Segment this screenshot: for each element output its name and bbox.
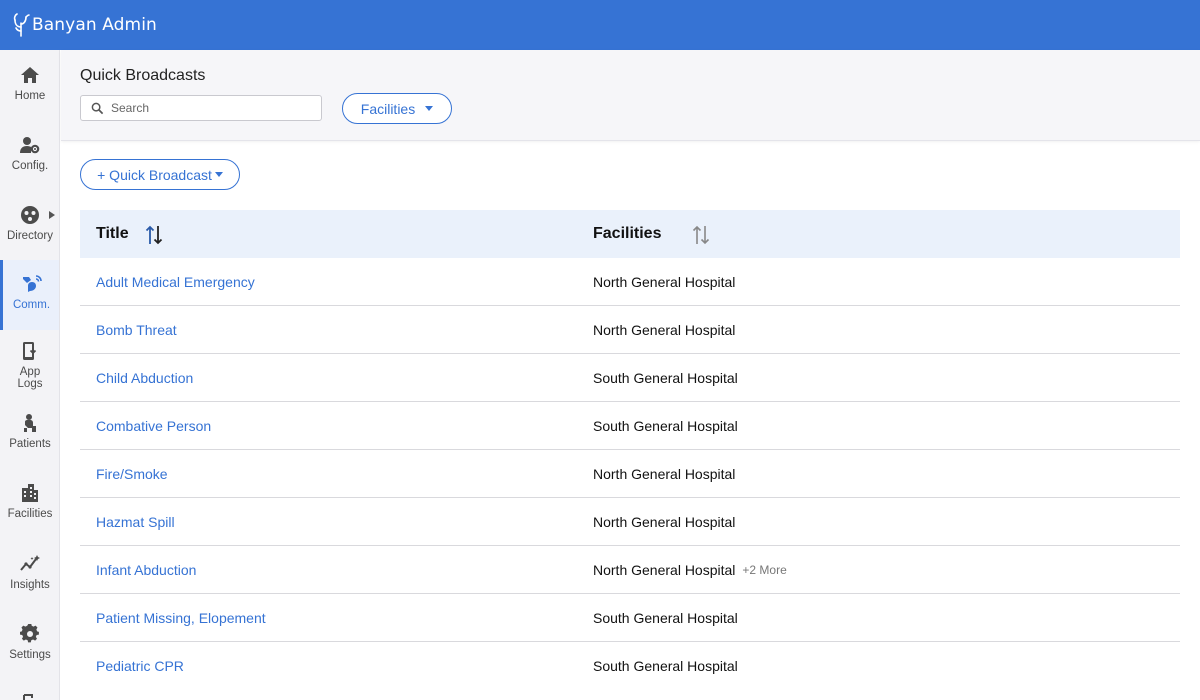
facility-cell: North General Hospital	[593, 306, 735, 354]
sidebar-item-home[interactable]: Home	[0, 50, 59, 120]
sidebar-item-comm[interactable]: Comm.	[0, 260, 59, 330]
facility-name: North General Hospital	[593, 514, 736, 530]
sidebar-item-facilities[interactable]: Facilities	[0, 469, 59, 541]
sidebar-item-label: Directory	[6, 230, 53, 242]
facility-name: North General Hospital	[593, 274, 736, 290]
broadcast-title-link[interactable]: Child Abduction	[96, 354, 193, 402]
table-row: Combative Person South General Hospital	[80, 402, 1180, 450]
table-row: Bomb Threat North General Hospital	[80, 306, 1180, 354]
table-row: Hazmat Spill North General Hospital	[80, 498, 1180, 546]
sidebar-item-directory[interactable]: Directory	[0, 190, 59, 260]
top-bar: Banyan Admin	[0, 0, 1200, 50]
facility-name: North General Hospital	[593, 466, 736, 482]
sidebar-item-label: App Logs	[17, 366, 43, 390]
facilities-filter-dropdown[interactable]: Facilities	[342, 93, 452, 124]
facility-name: North General Hospital	[593, 562, 736, 578]
broadcast-title-link[interactable]: Adult Medical Emergency	[96, 258, 255, 306]
sidebar: Home Config. Directory Comm. App Logs Pa…	[0, 50, 60, 700]
broadcast-title-link[interactable]: Fire/Smoke	[96, 450, 168, 498]
logout-icon	[19, 693, 41, 700]
more-facilities-link[interactable]: +2 More	[742, 563, 786, 577]
column-header-title[interactable]: Title	[96, 210, 129, 258]
table-row: Adult Medical Emergency North General Ho…	[80, 258, 1180, 306]
add-quick-broadcast-button[interactable]: + Quick Broadcast	[80, 159, 240, 190]
facility-cell: South General Hospital	[593, 594, 738, 642]
facility-cell: North General Hospital +2 More	[593, 546, 787, 594]
table-row: Pediatric CPR South General Hospital	[80, 642, 1180, 690]
insights-icon	[19, 553, 41, 575]
page-title: Quick Broadcasts	[80, 67, 206, 84]
chevron-down-icon	[214, 172, 223, 177]
table-header: Title Facilities	[80, 210, 1180, 258]
sidebar-item-patients[interactable]: Patients	[0, 402, 59, 469]
app-logo[interactable]: Banyan Admin	[12, 13, 157, 37]
patient-icon	[19, 412, 41, 434]
table-row: Infant Abduction North General Hospital +…	[80, 546, 1180, 594]
sort-icon[interactable]	[692, 224, 710, 246]
facilities-filter-label: Facilities	[360, 100, 416, 117]
gear-icon	[19, 623, 41, 645]
add-quick-broadcast-label: + Quick Broadcast	[97, 166, 212, 183]
facility-name: South General Hospital	[593, 370, 738, 386]
broadcast-title-link[interactable]: Patient Missing, Elopement	[96, 594, 266, 642]
facility-cell: North General Hospital	[593, 258, 735, 306]
facility-name: South General Hospital	[593, 418, 738, 434]
sidebar-item-label: Comm.	[12, 299, 51, 311]
facility-name: South General Hospital	[593, 610, 738, 626]
table-row: Child Abduction South General Hospital	[80, 354, 1180, 402]
sidebar-item-label: Home	[14, 90, 46, 102]
broadcast-title-link[interactable]: Pediatric CPR	[96, 642, 184, 690]
sidebar-item-config[interactable]: Config.	[0, 120, 59, 190]
facility-name: North General Hospital	[593, 322, 736, 338]
facility-cell: North General Hospital	[593, 498, 735, 546]
expand-caret-icon[interactable]	[49, 211, 55, 219]
broadcast-title-link[interactable]: Bomb Threat	[96, 306, 177, 354]
sidebar-item-label: Config.	[11, 160, 49, 172]
broadcast-title-link[interactable]: Hazmat Spill	[96, 498, 175, 546]
facility-name: South General Hospital	[593, 658, 738, 674]
facility-cell: South General Hospital	[593, 402, 738, 450]
sidebar-item-label: Insights	[10, 579, 50, 591]
sidebar-item-app-logs[interactable]: App Logs	[0, 330, 59, 402]
sidebar-item-insights[interactable]: Insights	[0, 541, 59, 611]
sidebar-item-settings[interactable]: Settings	[0, 611, 59, 681]
table-row: Fire/Smoke North General Hospital	[80, 450, 1180, 498]
chevron-down-icon	[425, 106, 434, 111]
app-title: Banyan Admin	[32, 15, 157, 35]
sidebar-item-label: Facilities	[7, 508, 53, 520]
facility-cell: North General Hospital	[593, 450, 735, 498]
sidebar-item-more[interactable]	[0, 681, 59, 700]
table-row: Patient Missing, Elopement South General…	[80, 594, 1180, 642]
search-icon	[91, 102, 104, 114]
sort-icon[interactable]	[145, 224, 163, 246]
building-icon	[19, 482, 41, 504]
sidebar-item-label: Patients	[9, 438, 51, 450]
broadcast-title-link[interactable]: Combative Person	[96, 402, 211, 450]
broadcasts-table: Title Facilities Adult Medical Emergency…	[80, 210, 1180, 690]
home-icon	[19, 64, 41, 86]
broadcast-title-link[interactable]: Infant Abduction	[96, 546, 196, 594]
user-gear-icon	[19, 134, 41, 156]
column-header-facilities[interactable]: Facilities	[593, 210, 661, 258]
banyan-logo-icon	[13, 13, 30, 37]
app-logs-icon	[19, 340, 41, 362]
facility-cell: South General Hospital	[593, 642, 738, 690]
facility-cell: South General Hospital	[593, 354, 738, 402]
sidebar-item-label: Settings	[9, 649, 51, 661]
communication-icon	[21, 273, 43, 295]
directory-icon	[19, 204, 41, 226]
search-box[interactable]	[80, 95, 322, 121]
page-header: Quick Broadcasts Facilities	[61, 50, 1200, 141]
search-input[interactable]	[111, 101, 311, 115]
